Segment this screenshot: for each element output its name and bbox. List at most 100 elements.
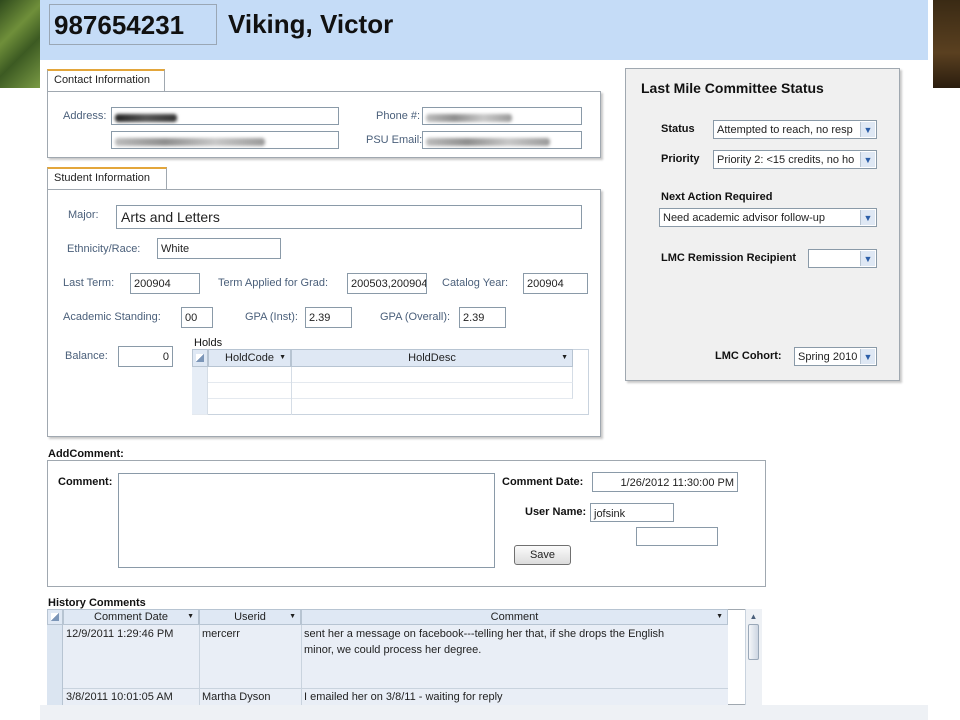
- tab-student-information[interactable]: Student Information: [47, 167, 167, 189]
- add-comment-label: AddComment:: [48, 448, 124, 460]
- holds-col-holdcode[interactable]: HoldCode ▼: [208, 349, 291, 367]
- priority-label: Priority: [661, 153, 700, 165]
- comment-header: Comment: [490, 611, 539, 623]
- history-userid-cell: mercerr: [202, 628, 240, 640]
- history-date-cell: 3/8/2011 10:01:05 AM: [66, 691, 173, 703]
- next-action-value: Need academic advisor follow-up: [663, 212, 826, 224]
- chevron-down-icon: ▼: [716, 613, 723, 620]
- background-decoration-left: [0, 0, 40, 88]
- comment-label: Comment:: [58, 476, 113, 488]
- phone-label: Phone #:: [376, 110, 421, 122]
- status-value: Attempted to reach, no resp: [717, 124, 853, 136]
- holds-empty-row[interactable]: [208, 367, 573, 383]
- holds-col-holddesc[interactable]: HoldDesc ▼: [291, 349, 573, 367]
- row-selector[interactable]: [47, 689, 63, 705]
- chevron-down-icon: ▼: [561, 354, 568, 361]
- cohort-label: LMC Cohort:: [715, 350, 782, 362]
- history-comment-line1: I emailed her on 3/8/11 - waiting for re…: [304, 691, 503, 703]
- term-applied-grad-field[interactable]: 200503,200904: [347, 273, 427, 294]
- cohort-combo[interactable]: Spring 2010 ▼: [794, 347, 877, 366]
- address-label: Address:: [63, 110, 107, 122]
- user-name-field[interactable]: jofsink: [590, 503, 674, 522]
- status-combo[interactable]: Attempted to reach, no resp ▼: [713, 120, 877, 139]
- history-userid-cell: Martha Dyson: [202, 691, 271, 703]
- history-col-divider: [199, 625, 200, 705]
- last-term-label: Last Term:: [63, 277, 115, 289]
- select-all-icon: [51, 613, 59, 621]
- next-action-combo[interactable]: Need academic advisor follow-up ▼: [659, 208, 877, 227]
- term-applied-grad-label: Term Applied for Grad:: [218, 277, 329, 289]
- balance-label: Balance:: [65, 350, 108, 362]
- catalog-year-field[interactable]: 200904: [523, 273, 588, 294]
- history-date-cell: 12/9/2011 1:29:46 PM: [66, 628, 174, 640]
- chevron-down-icon[interactable]: ▼: [860, 152, 875, 167]
- chevron-down-icon[interactable]: ▼: [860, 210, 875, 225]
- userid-header: Userid: [234, 611, 266, 623]
- user-name-label: User Name:: [525, 506, 587, 518]
- select-all-icon: [196, 354, 204, 362]
- gpa-overall-field[interactable]: 2.39: [459, 307, 506, 328]
- background-decoration-right: [933, 0, 960, 88]
- holds-select-all[interactable]: [192, 349, 208, 367]
- balance-field[interactable]: 0: [118, 346, 173, 367]
- student-id-field[interactable]: 987654231: [49, 4, 217, 45]
- major-label: Major:: [68, 209, 99, 221]
- student-name: Viking, Victor: [228, 9, 394, 39]
- chevron-down-icon: ▼: [279, 354, 286, 361]
- cohort-value: Spring 2010: [798, 351, 858, 363]
- chevron-down-icon[interactable]: ▼: [860, 122, 875, 137]
- comment-date-field[interactable]: 1/26/2012 11:30:00 PM: [592, 472, 738, 492]
- remission-label: LMC Remission Recipient: [661, 252, 797, 264]
- tab-contact-information[interactable]: Contact Information: [47, 69, 165, 91]
- chevron-down-icon: ▼: [289, 613, 296, 620]
- history-comment-line1: sent her a message on facebook---telling…: [304, 628, 665, 640]
- history-comment-line2: minor, we could process her degree.: [304, 644, 482, 656]
- extra-field[interactable]: [636, 527, 718, 546]
- status-label: Status: [661, 123, 695, 135]
- catalog-year-label: Catalog Year:: [442, 277, 509, 289]
- academic-standing-label: Academic Standing:: [63, 311, 161, 323]
- redacted-phone: [426, 114, 512, 122]
- comment-date-header: Comment Date: [94, 611, 168, 623]
- comment-textarea[interactable]: [118, 473, 495, 568]
- scroll-thumb[interactable]: [748, 624, 759, 660]
- history-col-userid[interactable]: Userid ▼: [199, 609, 301, 625]
- psu-email-field[interactable]: [422, 131, 582, 149]
- holds-row-selector[interactable]: [192, 367, 208, 415]
- gpa-inst-label: GPA (Inst):: [245, 311, 298, 323]
- ethnicity-label: Ethnicity/Race:: [67, 243, 141, 255]
- redacted-email: [426, 138, 550, 146]
- history-col-divider: [301, 625, 302, 705]
- ethnicity-field[interactable]: White: [157, 238, 281, 259]
- scroll-up-arrow-icon[interactable]: ▲: [746, 610, 761, 624]
- lmc-status-title: Last Mile Committee Status: [641, 80, 824, 96]
- chevron-down-icon[interactable]: ▼: [860, 349, 875, 364]
- address-line1-field[interactable]: [111, 107, 339, 125]
- major-field[interactable]: Arts and Letters: [116, 205, 582, 229]
- holddesc-header: HoldDesc: [408, 352, 456, 364]
- redacted-address-line2: [115, 138, 265, 146]
- chevron-down-icon[interactable]: ▼: [860, 251, 875, 266]
- address-line2-field[interactable]: [111, 131, 339, 149]
- comment-date-label: Comment Date:: [502, 476, 584, 488]
- redacted-address-line1: [115, 114, 177, 122]
- holds-col-divider: [291, 367, 292, 415]
- gpa-overall-label: GPA (Overall):: [380, 311, 451, 323]
- phone-field[interactable]: [422, 107, 582, 125]
- academic-standing-field[interactable]: 00: [181, 307, 213, 328]
- holds-label: Holds: [194, 337, 223, 349]
- history-col-comment[interactable]: Comment ▼: [301, 609, 728, 625]
- gpa-inst-field[interactable]: 2.39: [305, 307, 352, 328]
- bottom-strip: [40, 705, 928, 720]
- remission-combo[interactable]: ▼: [808, 249, 877, 268]
- history-col-comment-date[interactable]: Comment Date ▼: [63, 609, 199, 625]
- priority-combo[interactable]: Priority 2: <15 credits, no ho ▼: [713, 150, 877, 169]
- history-select-all[interactable]: [47, 609, 63, 625]
- holds-empty-row[interactable]: [208, 383, 573, 399]
- sort-down-icon: ▼: [187, 613, 194, 620]
- next-action-label: Next Action Required: [661, 191, 773, 203]
- last-term-field[interactable]: 200904: [130, 273, 200, 294]
- row-selector[interactable]: [47, 625, 63, 689]
- save-button[interactable]: Save: [514, 545, 571, 565]
- priority-value: Priority 2: <15 credits, no ho: [717, 154, 855, 166]
